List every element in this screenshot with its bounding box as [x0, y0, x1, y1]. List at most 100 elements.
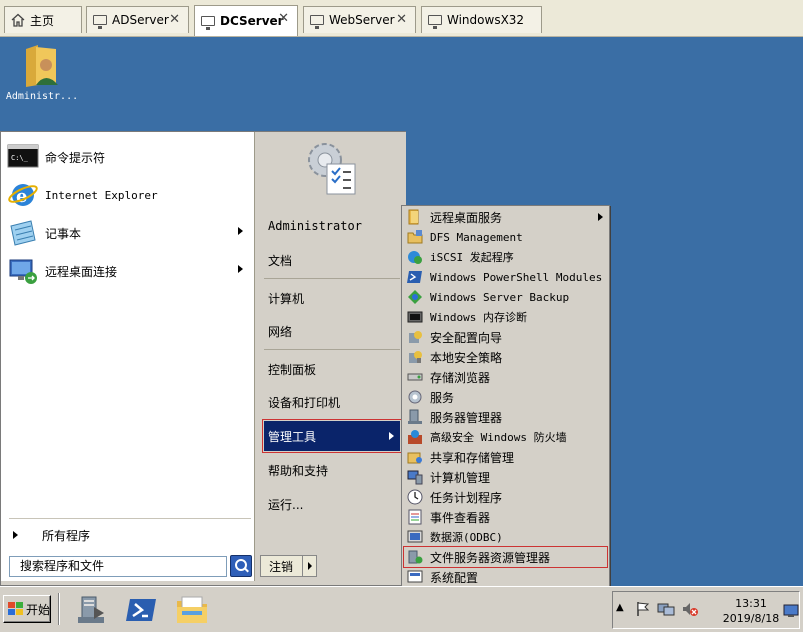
start-item-ie[interactable]: e Internet Explorer [7, 178, 251, 212]
admin-tool-item[interactable]: 数据源(ODBC) [404, 527, 607, 547]
places-user[interactable]: Administrator [264, 211, 400, 241]
divider [58, 593, 60, 625]
action-center-flag-icon[interactable] [635, 601, 651, 620]
start-item-label: 远程桌面连接 [45, 264, 118, 279]
start-item-label: Internet Explorer [45, 188, 158, 202]
security-policy-icon [407, 349, 423, 365]
system-tray: ▲ 13:31 2019/8/18 [612, 591, 800, 629]
backup-icon [407, 289, 423, 305]
admin-tool-item[interactable]: 任务计划程序 [404, 487, 607, 507]
admin-tool-item[interactable]: 存储浏览器 [404, 367, 607, 387]
places-devices-printers[interactable]: 设备和打印机 [264, 387, 400, 417]
places-label: Administrator [268, 219, 362, 233]
admin-tool-label: Windows Server Backup [430, 290, 570, 304]
svg-text:C:\_: C:\_ [11, 154, 29, 162]
volume-muted-icon[interactable] [681, 601, 699, 620]
show-hidden-icons-icon[interactable]: ▲ [616, 602, 624, 613]
admin-tool-label: 共享和存储管理 [430, 450, 515, 465]
start-item-label: 记事本 [45, 226, 82, 241]
places-help-support[interactable]: 帮助和支持 [264, 455, 400, 485]
search-input[interactable]: 搜索程序和文件 [9, 556, 227, 577]
tab-label: 主页 [30, 13, 55, 28]
places-admin-tools[interactable]: 管理工具 [262, 419, 402, 453]
places-documents[interactable]: 文档 [264, 245, 400, 275]
admin-tool-item[interactable]: 本地安全策略 [404, 347, 607, 367]
server-manager-taskbar-icon[interactable] [74, 593, 110, 627]
firewall-icon [407, 429, 423, 445]
clock[interactable]: 13:31 2019/8/18 [721, 596, 781, 626]
tab-bar: 主页 ADServer ✕ DCServer ✕ WebServer ✕ Win… [0, 0, 803, 37]
desktop-icon-administrator[interactable]: Administr... [4, 43, 80, 102]
admin-tool-item[interactable]: Windows PowerShell Modules [404, 267, 607, 287]
tab-webserver[interactable]: WebServer ✕ [303, 6, 416, 33]
security-wizard-icon [407, 329, 423, 345]
admin-tool-item[interactable]: 计算机管理 [404, 467, 607, 487]
places-label: 管理工具 [268, 429, 317, 444]
places-network[interactable]: 网络 [264, 316, 400, 346]
places-label: 控制面板 [268, 362, 317, 377]
start-item-notepad[interactable]: 记事本 [7, 216, 251, 250]
admin-tool-item[interactable]: 远程桌面服务 [404, 207, 607, 227]
places-run[interactable]: 运行... [264, 489, 400, 519]
close-icon[interactable]: ✕ [396, 12, 407, 27]
admin-tool-label: 本地安全策略 [430, 350, 503, 365]
places-label: 文档 [268, 253, 293, 268]
admin-tool-item[interactable]: iSCSI 发起程序 [404, 247, 607, 267]
admin-tools-submenu: 远程桌面服务 DFS Management iSCSI 发起程序 Windows Po… [401, 205, 610, 630]
user-folder-icon [22, 43, 62, 87]
fsrm-icon [407, 549, 423, 565]
admin-tool-item[interactable]: 系统配置 [404, 567, 607, 587]
places-label: 帮助和支持 [268, 463, 329, 478]
task-scheduler-icon [407, 489, 423, 505]
tab-label: ADServer [112, 13, 169, 27]
storage-icon [407, 369, 423, 385]
tab-label: WebServer [329, 13, 395, 27]
admin-tool-item[interactable]: 文件服务器资源管理器 [403, 546, 608, 568]
admin-tool-item[interactable]: 安全配置向导 [404, 327, 607, 347]
tab-windowsx32[interactable]: WindowsX32 [421, 6, 542, 33]
server-manager-icon [407, 409, 423, 425]
show-desktop-icon[interactable] [783, 604, 799, 621]
admin-tool-item[interactable]: Windows Server Backup [404, 287, 607, 307]
admin-tool-item[interactable]: Windows 内存诊断 [404, 307, 607, 327]
shutdown-options-button[interactable] [302, 556, 316, 576]
admin-tool-label: 事件查看器 [430, 510, 491, 525]
logoff-button[interactable]: 注销 [260, 555, 317, 577]
dfs-icon [407, 229, 423, 245]
admin-tool-item[interactable]: 高级安全 Windows 防火墙 [404, 427, 607, 447]
admin-tool-item[interactable]: 事件查看器 [404, 507, 607, 527]
admin-tool-item[interactable]: DFS Management [404, 227, 607, 247]
explorer-taskbar-icon[interactable] [174, 593, 210, 627]
admin-tool-item[interactable]: 服务器管理器 [404, 407, 607, 427]
remote-desktop-icon [7, 256, 39, 286]
tab-home[interactable]: 主页 [4, 6, 82, 33]
services-icon [407, 389, 423, 405]
chevron-right-icon [598, 213, 603, 221]
share-icon [407, 449, 423, 465]
event-viewer-icon [407, 509, 423, 525]
tab-adserver[interactable]: ADServer ✕ [86, 6, 189, 33]
start-item-cmd[interactable]: C:\_ 命令提示符 [7, 140, 251, 174]
tab-dcserver[interactable]: DCServer ✕ [194, 5, 298, 36]
clock-time: 13:31 [735, 597, 767, 610]
memory-icon [407, 309, 423, 325]
close-icon[interactable]: ✕ [169, 12, 180, 27]
taskbar: 开始 ▲ 13:31 2019/8/18 [0, 586, 803, 632]
search-icon[interactable] [230, 555, 252, 577]
divider [264, 278, 400, 279]
admin-tool-item[interactable]: 共享和存储管理 [404, 447, 607, 467]
places-control-panel[interactable]: 控制面板 [264, 354, 400, 384]
places-computer[interactable]: 计算机 [264, 283, 400, 313]
places-label: 计算机 [268, 291, 305, 306]
start-item-remote-desktop[interactable]: 远程桌面连接 [7, 254, 251, 288]
network-icon[interactable] [657, 601, 675, 620]
iscsi-icon [407, 249, 423, 265]
places-label: 设备和打印机 [268, 395, 341, 410]
admin-tool-item[interactable]: 服务 [404, 387, 607, 407]
admin-tool-label: 数据源(ODBC) [430, 531, 503, 544]
close-icon[interactable]: ✕ [278, 11, 289, 26]
chevron-right-icon [238, 265, 243, 273]
powershell-taskbar-icon[interactable] [124, 593, 160, 627]
start-button[interactable]: 开始 [3, 595, 51, 623]
all-programs-button[interactable]: 所有程序 [7, 522, 251, 548]
